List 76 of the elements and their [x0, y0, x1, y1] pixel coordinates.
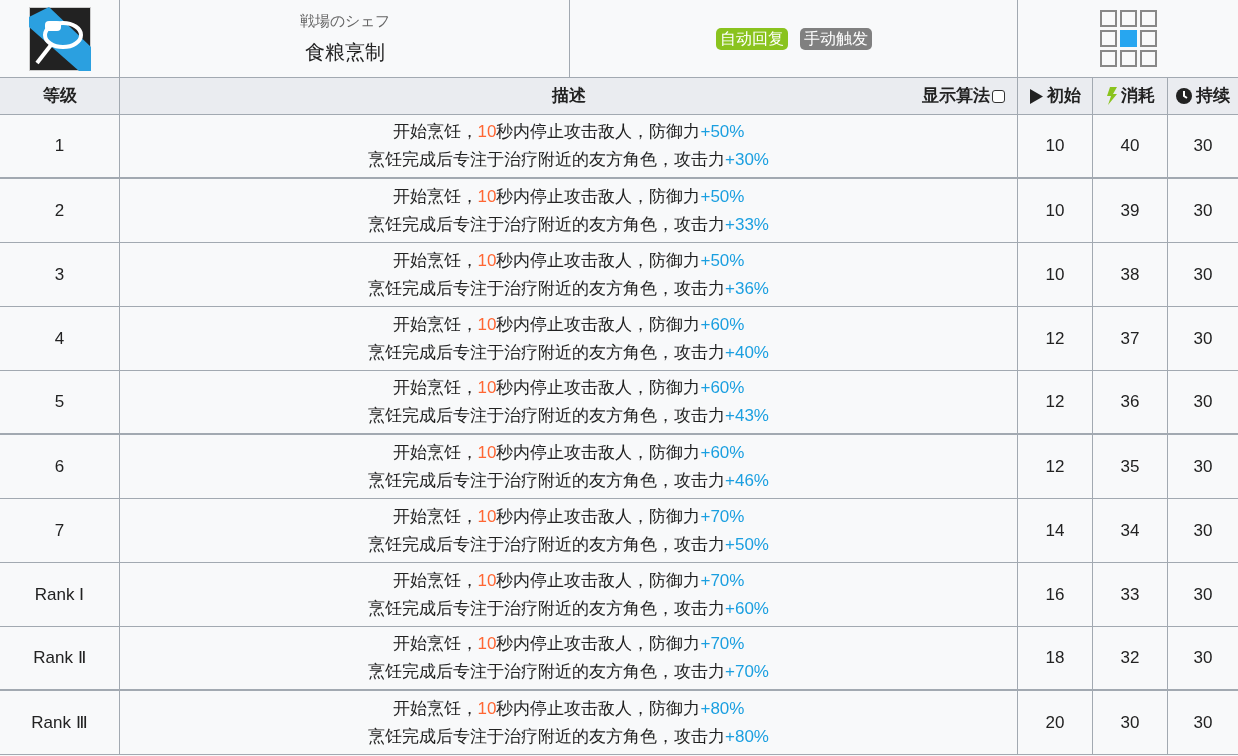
initial-cell-text: 14: [1045, 519, 1065, 542]
initial-cell-text: 12: [1045, 391, 1065, 414]
checkbox[interactable]: [992, 89, 1005, 103]
description-line: 开始烹饪，10秒内停止攻击敌人，防御力+50%: [392, 249, 745, 272]
cost-cell-text: 37: [1120, 327, 1140, 350]
level-cell-text: 6: [54, 455, 65, 478]
description-line: 烹饪完成后专注于治疗附近的友方角色，攻击力+33%: [368, 213, 769, 236]
duration-cell-text: 30: [1193, 391, 1213, 414]
skill-name: 食粮烹制: [304, 39, 385, 65]
duration-cell-text: 30: [1193, 455, 1213, 478]
show-formula-toggle[interactable]: 显示算法: [922, 83, 1005, 109]
cost-cell-text: 36: [1120, 391, 1140, 414]
initial-cell-text: 10: [1045, 135, 1065, 158]
skill-tag: 手动触发: [799, 27, 872, 50]
duration-cell-text: 30: [1193, 135, 1213, 158]
level-cell-text: 4: [54, 327, 65, 350]
play-icon: [1029, 88, 1043, 104]
duration-cell-text: 30: [1193, 583, 1213, 606]
range-grid: [1099, 10, 1157, 67]
level-cell-text: Rank Ⅱ: [33, 647, 86, 670]
description-line: 开始烹饪，10秒内停止攻击敌人，防御力+60%: [392, 377, 745, 399]
description-line: 烹饪完成后专注于治疗附近的友方角色，攻击力+50%: [368, 533, 769, 556]
cost-cell-text: 39: [1120, 199, 1140, 222]
level-cell-text: 5: [54, 391, 65, 414]
description-line: 开始烹饪，10秒内停止攻击敌人，防御力+80%: [392, 697, 745, 720]
description-line: 开始烹饪，10秒内停止攻击敌人，防御力+70%: [392, 569, 745, 592]
description-line: 开始烹饪，10秒内停止攻击敌人，防御力+70%: [392, 505, 745, 528]
level-cell-text: 3: [54, 263, 65, 286]
initial-cell-text: 16: [1045, 583, 1065, 606]
clock-icon: [1176, 88, 1192, 104]
level-cell-text: 2: [54, 199, 65, 222]
duration-cell-text: 30: [1193, 647, 1213, 670]
column-header: 等级: [42, 85, 77, 108]
description-line: 烹饪完成后专注于治疗附近的友方角色，攻击力+60%: [368, 597, 769, 620]
description-line: 烹饪完成后专注于治疗附近的友方角色，攻击力+36%: [368, 277, 769, 300]
description-line: 开始烹饪，10秒内停止攻击敌人，防御力+60%: [392, 313, 745, 336]
cost-cell-text: 40: [1120, 135, 1140, 158]
duration-cell-text: 30: [1193, 519, 1213, 542]
cost-cell-text: 33: [1120, 583, 1140, 606]
description-line: 烹饪完成后专注于治疗附近的友方角色，攻击力+80%: [368, 725, 769, 748]
level-cell-text: 1: [54, 135, 65, 158]
initial-cell-text: 10: [1045, 199, 1065, 222]
skill-icon: [28, 6, 91, 71]
lightning-icon: [1105, 87, 1117, 105]
cost-cell-text: 34: [1120, 519, 1140, 542]
skill-subtitle: 戦場のシェフ: [299, 11, 390, 32]
duration-cell-text: 30: [1193, 711, 1213, 734]
skill-tag: 自动回复: [715, 27, 788, 50]
initial-cell-text: 10: [1045, 263, 1065, 286]
initial-cell-text: 12: [1045, 455, 1065, 478]
level-cell-text: Rank Ⅰ: [34, 583, 85, 606]
level-cell-text: Rank Ⅲ: [31, 711, 88, 734]
duration-cell-text: 30: [1193, 199, 1213, 222]
column-header: 消耗: [1120, 85, 1155, 108]
description-line: 烹饪完成后专注于治疗附近的友方角色，攻击力+30%: [368, 149, 769, 171]
column-header: 初始: [1046, 85, 1081, 108]
description-line: 烹饪完成后专注于治疗附近的友方角色，攻击力+43%: [368, 405, 769, 427]
column-header: 描述: [551, 85, 586, 108]
cost-cell-text: 38: [1120, 263, 1140, 286]
description-line: 开始烹饪，10秒内停止攻击敌人，防御力+60%: [392, 441, 745, 464]
column-header: 持续: [1196, 85, 1230, 108]
level-cell-text: 7: [54, 519, 65, 542]
description-line: 烹饪完成后专注于治疗附近的友方角色，攻击力+46%: [368, 469, 769, 492]
initial-cell-text: 12: [1045, 327, 1065, 350]
cost-cell-text: 35: [1120, 455, 1140, 478]
description-line: 开始烹饪，10秒内停止攻击敌人，防御力+50%: [392, 121, 745, 143]
description-line: 开始烹饪，10秒内停止攻击敌人，防御力+70%: [392, 633, 745, 655]
cost-cell-text: 30: [1120, 711, 1140, 734]
description-line: 开始烹饪，10秒内停止攻击敌人，防御力+50%: [392, 185, 745, 208]
initial-cell-text: 20: [1045, 711, 1065, 734]
initial-cell-text: 18: [1045, 647, 1065, 670]
description-line: 烹饪完成后专注于治疗附近的友方角色，攻击力+40%: [368, 341, 769, 364]
description-line: 烹饪完成后专注于治疗附近的友方角色，攻击力+70%: [368, 661, 769, 683]
duration-cell-text: 30: [1193, 327, 1213, 350]
cost-cell-text: 32: [1120, 647, 1140, 670]
duration-cell-text: 30: [1193, 263, 1213, 286]
